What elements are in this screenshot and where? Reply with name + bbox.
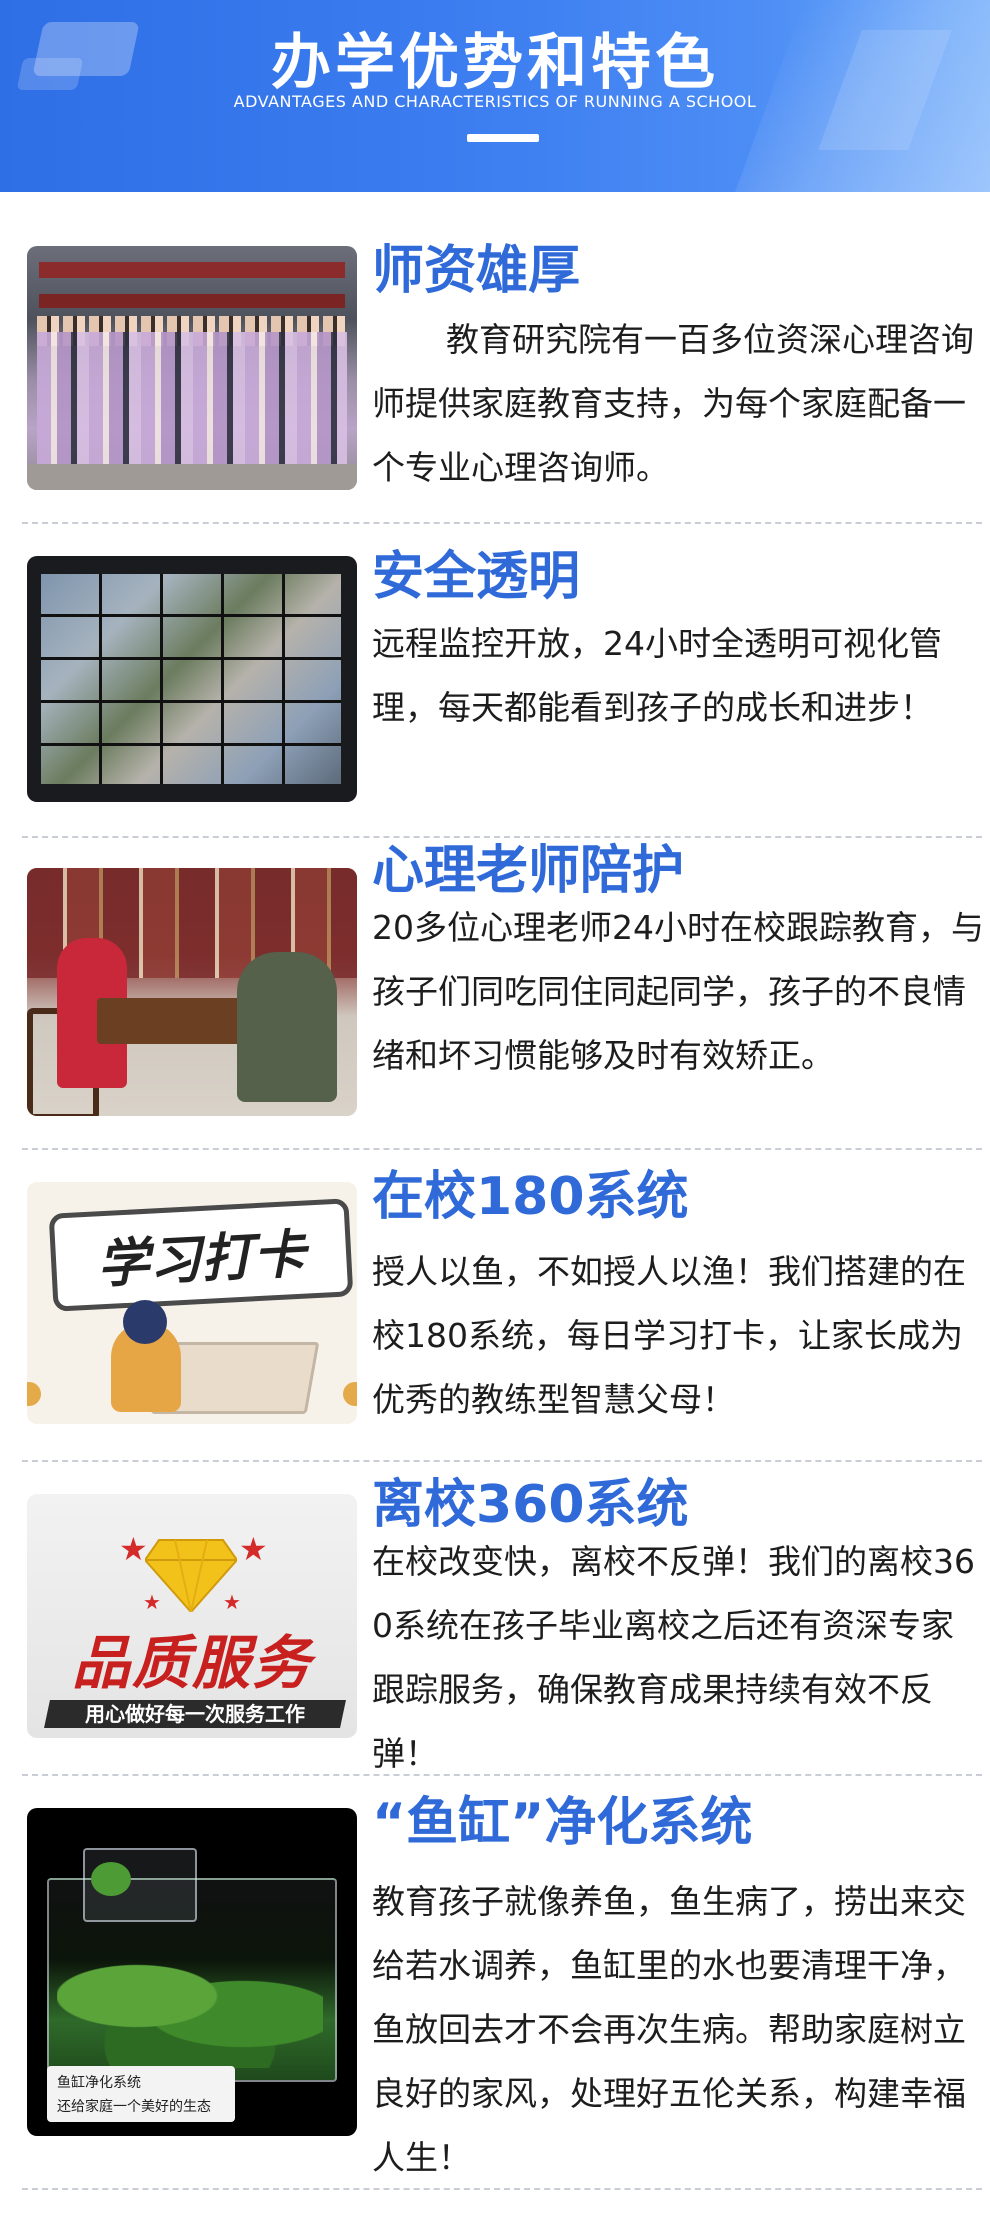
divider <box>22 522 982 524</box>
diamond-icon <box>145 1539 237 1612</box>
feature-image-teachers <box>27 246 357 490</box>
page-subtitle: ADVANTAGES AND CHARACTERISTICS OF RUNNIN… <box>233 92 757 111</box>
feature-title: 师资雄厚 <box>372 241 581 301</box>
feature-text: 授人以鱼，不如授人以渔！我们搭建的在校180系统，每日学习打卡，让家长成为优秀的… <box>372 1252 966 1419</box>
title-underline <box>467 134 539 142</box>
feature-text: 教育研究院有一百多位资深心理咨询师提供家庭教育支持，为每个家庭配备一个专业心理咨… <box>372 320 974 487</box>
image-label: 鱼缸净化系统 还给家庭一个美好的生态 <box>47 2066 235 2122</box>
image-caption: 学习打卡 <box>95 1224 307 1296</box>
page-title: 办学优势和特色 <box>271 28 719 98</box>
feature-image-counseling <box>27 868 357 1116</box>
feature-title: “鱼缸”净化系统 <box>372 1793 753 1853</box>
feature-text: 教育孩子就像养鱼，鱼生病了，捞出来交给若水调养，鱼缸里的水也要清理干净，鱼放回去… <box>372 1882 966 2177</box>
divider <box>22 2188 982 2190</box>
feature-image-checkin: 学习打卡 <box>27 1182 357 1424</box>
feature-title: 安全透明 <box>372 547 581 607</box>
feature-text: 20多位心理老师24小时在校跟踪教育，与孩子们同吃同住同起同学，孩子的不良情绪和… <box>372 908 984 1075</box>
star-icon: ★ <box>239 1530 268 1568</box>
page-header: 办学优势和特色 ADVANTAGES AND CHARACTERISTICS O… <box>0 0 990 192</box>
feature-image-monitoring <box>27 556 357 802</box>
feature-title: 离校360系统 <box>372 1475 689 1535</box>
feature-text: 远程监控开放，24小时全透明可视化管理，每天都能看到孩子的成长和进步！ <box>372 624 942 727</box>
feature-image-service: ★ ★ ★ ★ 品质服务 用心做好每一次服务工作 <box>27 1494 357 1738</box>
divider <box>22 1774 982 1776</box>
feature-title: 心理老师陪护 <box>372 841 685 901</box>
feature-title: 在校180系统 <box>372 1167 689 1227</box>
image-caption: 品质服务 <box>71 1629 312 1697</box>
feature-text: 在校改变快，离校不反弹！我们的离校360系统在孩子毕业离校之后还有资深专家跟踪服… <box>372 1542 975 1773</box>
image-subcaption: 用心做好每一次服务工作 <box>85 1702 305 1726</box>
feature-image-aquarium: 鱼缸净化系统 还给家庭一个美好的生态 <box>27 1808 357 2136</box>
star-icon: ★ <box>119 1530 148 1568</box>
divider <box>22 1148 982 1150</box>
